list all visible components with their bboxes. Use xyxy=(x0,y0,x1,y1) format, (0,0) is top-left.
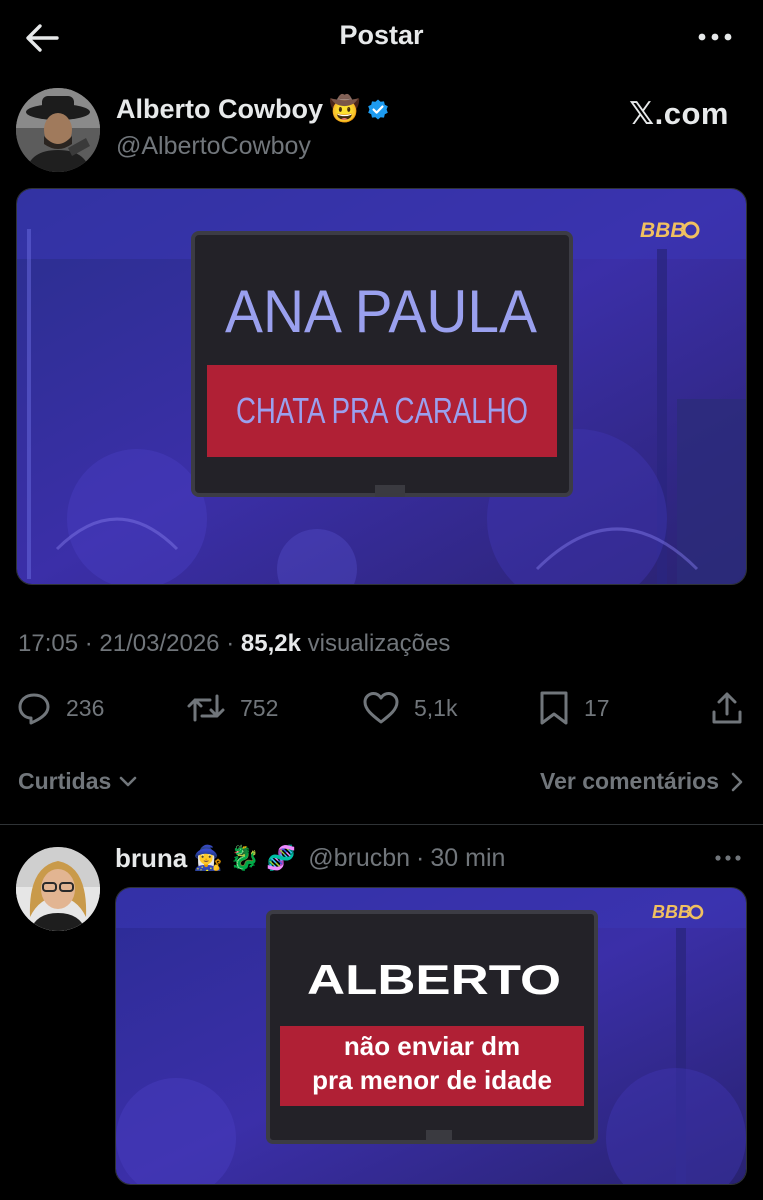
post-time[interactable]: 17:05 xyxy=(18,630,78,657)
post-footer: Curtidas Ver comentários xyxy=(18,762,743,802)
share-icon xyxy=(712,692,742,724)
more-icon xyxy=(698,33,732,41)
repost-count: 752 xyxy=(240,694,279,721)
bookmark-button[interactable]: 17 xyxy=(538,686,610,730)
more-icon xyxy=(715,855,741,861)
meta-separator: · xyxy=(226,630,241,657)
repost-icon xyxy=(187,694,225,722)
like-button[interactable]: 5,1k xyxy=(362,686,457,730)
reply-header: bruna 🧙‍♀️ 🐉 🧬 @brucbn · 30 min xyxy=(115,843,505,874)
verified-badge-icon xyxy=(368,99,388,119)
page-title: Postar xyxy=(339,20,424,50)
reply-icon xyxy=(18,693,50,725)
cowboy-emoji: 🤠 xyxy=(329,95,361,123)
bbb-logo: BBB xyxy=(640,219,686,242)
liked-label: Curtidas xyxy=(18,768,112,794)
bookmark-count: 17 xyxy=(584,694,610,721)
reply-post[interactable]: bruna 🧙‍♀️ 🐉 🧬 @brucbn · 30 min xyxy=(0,825,763,1200)
display-name[interactable]: Alberto Cowboy 🤠 xyxy=(116,94,390,125)
avatar[interactable] xyxy=(16,847,100,931)
reply-time[interactable]: 30 min xyxy=(430,844,505,873)
reply-button[interactable]: 236 xyxy=(16,686,104,730)
share-button[interactable] xyxy=(710,686,744,730)
avatar[interactable] xyxy=(16,88,100,172)
view-comments-link[interactable]: Ver comentários xyxy=(540,768,743,795)
top-bar: Postar xyxy=(0,0,763,74)
views-label: visualizações xyxy=(307,630,451,657)
screen-caption-text: CHATA PRA CARALHO xyxy=(236,390,528,431)
reply-name-emojis: 🧙‍♀️ 🐉 🧬 xyxy=(193,845,297,872)
reply-more-button[interactable] xyxy=(715,849,745,869)
post-meta: 17:05 · 21/03/2026 · 85,2k visualizações xyxy=(18,630,450,658)
like-count: 5,1k xyxy=(414,694,458,721)
reply-count: 236 xyxy=(66,694,105,721)
meta-separator: · xyxy=(84,630,100,657)
post-date[interactable]: 21/03/2026 xyxy=(99,630,219,657)
avatar-image xyxy=(16,88,100,172)
chevron-right-icon xyxy=(731,772,743,791)
reply-image[interactable]: BBB ALBERTO não enviar dm pra menor de i… xyxy=(115,887,747,1185)
author-handle[interactable]: @AlbertoCowboy xyxy=(116,132,311,161)
reply-display-name[interactable]: bruna xyxy=(115,843,187,874)
post-author: Alberto Cowboy 🤠 @AlbertoCowboy 𝕏.com xyxy=(16,88,747,174)
screen-caption-line-1: não enviar dm xyxy=(344,1031,520,1061)
reply-avatar-image xyxy=(16,847,100,931)
action-bar: 236 752 5,1k 17 xyxy=(16,686,747,730)
screen-caption-line-2: pra menor de idade xyxy=(312,1065,552,1095)
views-count: 85,2k xyxy=(240,630,301,657)
bookmark-icon xyxy=(540,691,568,725)
liked-sort-dropdown[interactable]: Curtidas xyxy=(18,768,137,795)
display-name-text: Alberto Cowboy xyxy=(116,94,323,124)
chevron-down-icon xyxy=(119,776,137,786)
screen-name-text: ALBERTO xyxy=(307,956,561,1003)
view-comments-label: Ver comentários xyxy=(540,768,719,794)
x-com-watermark: 𝕏.com xyxy=(629,96,729,131)
reply-handle[interactable]: @brucbn xyxy=(308,844,410,873)
post-image[interactable]: BBB ANA PAULA CHATA PRA CARALHO xyxy=(16,188,747,585)
screen-name-text: ANA PAULA xyxy=(225,278,537,345)
repost-button[interactable]: 752 xyxy=(186,686,278,730)
bbb-logo: BBB xyxy=(652,902,691,922)
heart-icon xyxy=(363,692,399,724)
reply-separator: · xyxy=(416,844,425,872)
more-options-button[interactable] xyxy=(695,22,735,52)
